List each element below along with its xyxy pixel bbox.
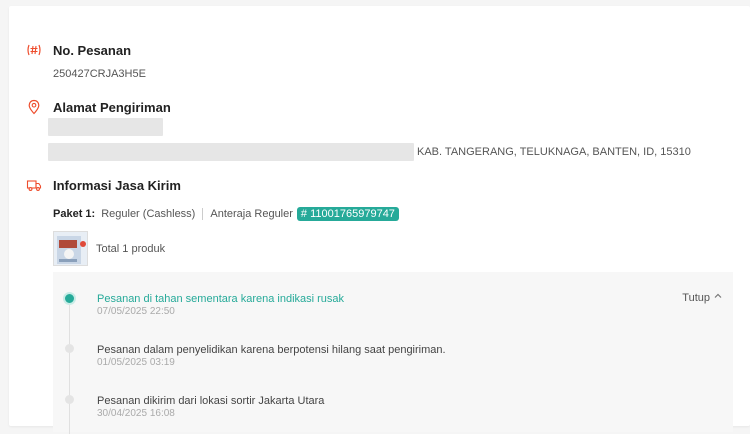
timeline-event-time: 01/05/2025 03:19 bbox=[97, 357, 175, 368]
redacted-street-address bbox=[48, 143, 414, 161]
package-label: Paket 1: bbox=[53, 208, 96, 220]
shipping-address-label: Alamat Pengiriman bbox=[53, 100, 171, 115]
package-info-row: Paket 1: Reguler (Cashless) Anteraja Reg… bbox=[53, 206, 399, 222]
location-pin-icon bbox=[26, 99, 42, 115]
shipping-info-label: Informasi Jasa Kirim bbox=[53, 178, 181, 193]
total-products-text: Total 1 produk bbox=[96, 243, 166, 255]
timeline-line bbox=[69, 294, 70, 434]
shipping-service: Reguler (Cashless) bbox=[101, 208, 196, 220]
timeline-dot bbox=[65, 395, 74, 404]
timeline-event-time: 07/05/2025 22:50 bbox=[97, 306, 175, 317]
collapse-toggle-label: Tutup bbox=[682, 291, 710, 304]
tracking-timeline: Pesanan di tahan sementara karena indika… bbox=[53, 272, 733, 434]
chevron-up-icon bbox=[713, 291, 723, 304]
timeline-dot bbox=[65, 344, 74, 353]
collapse-toggle[interactable]: Tutup bbox=[682, 291, 723, 304]
address-region-text: KAB. TANGERANG, TELUKNAGA, BANTEN, ID, 1… bbox=[417, 146, 691, 158]
timeline-event-time: 30/04/2025 16:08 bbox=[97, 408, 175, 419]
timeline-event-title: Pesanan di tahan sementara karena indika… bbox=[97, 293, 345, 305]
timeline-event-title: Pesanan dikirim dari lokasi sortir Jakar… bbox=[97, 395, 325, 407]
order-number-label: No. Pesanan bbox=[53, 43, 132, 58]
redacted-recipient-name bbox=[48, 118, 163, 136]
courier-name: Anteraja Reguler bbox=[210, 208, 293, 220]
product-thumbnail[interactable] bbox=[53, 231, 88, 266]
timeline-dot-active bbox=[63, 292, 76, 305]
hash-icon bbox=[26, 42, 42, 58]
divider bbox=[202, 208, 204, 220]
truck-icon bbox=[26, 177, 42, 193]
order-number-value: 250427CRJA3H5E bbox=[53, 68, 146, 80]
timeline-event-title: Pesanan dalam penyelidikan karena berpot… bbox=[97, 344, 446, 356]
order-detail-card: No. Pesanan 250427CRJA3H5E Alamat Pengir… bbox=[9, 6, 750, 434]
tracking-number-badge[interactable]: # 11001765979747 bbox=[296, 207, 399, 221]
